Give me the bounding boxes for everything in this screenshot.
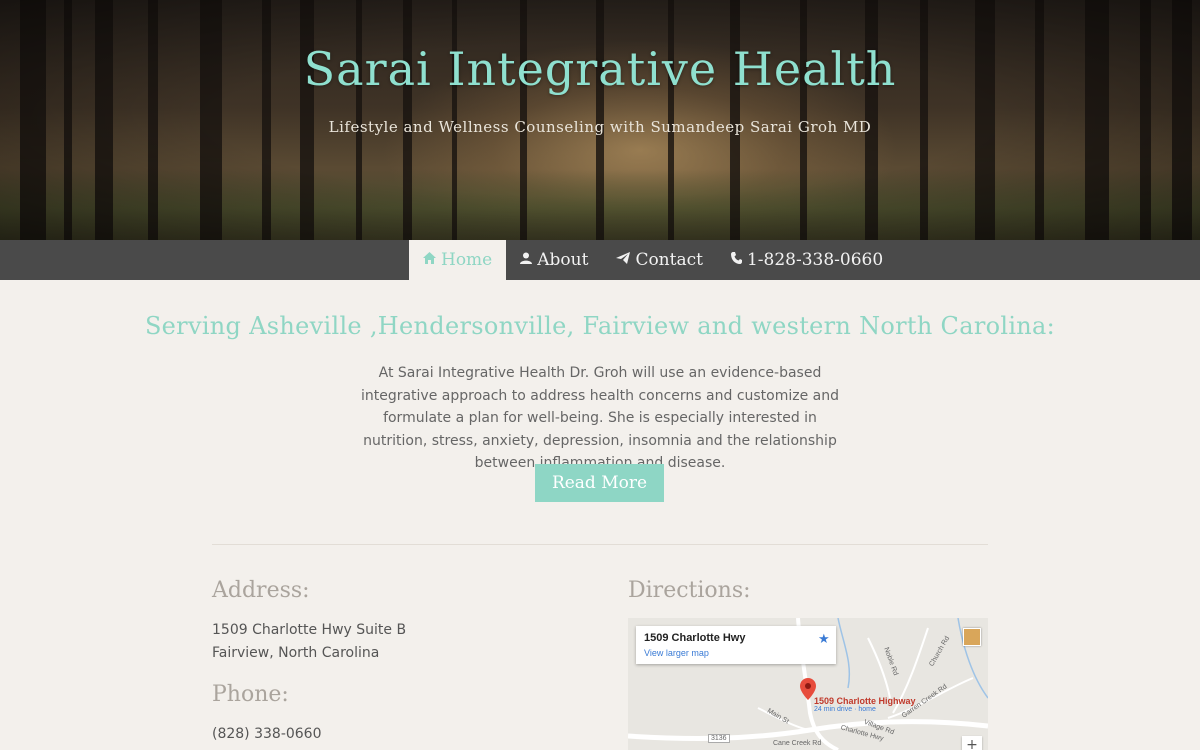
save-star-icon[interactable]: ★ <box>818 632 830 647</box>
paper-plane-icon <box>616 252 631 268</box>
nav-item-label: Home <box>441 250 493 270</box>
nav-item-label: Contact <box>635 250 703 270</box>
phone-label: Phone: <box>212 682 289 707</box>
zoom-in-button[interactable]: + <box>962 736 982 750</box>
nav-menu: Home About Contact 1-828-338-0660 <box>409 240 897 280</box>
site-title[interactable]: Sarai Integrative Health <box>0 42 1200 96</box>
nav-item-about[interactable]: About <box>506 240 602 280</box>
user-md-icon <box>520 252 533 268</box>
directions-label: Directions: <box>628 578 751 603</box>
nav-item-contact[interactable]: Contact <box>602 240 717 280</box>
nav-item-label: 1-828-338-0660 <box>746 250 884 270</box>
user-avatar[interactable] <box>963 628 981 646</box>
home-icon <box>423 252 436 268</box>
map-place-name: 1509 Charlotte Hwy <box>644 632 746 644</box>
address-line-2: Fairview, North Carolina <box>212 645 380 661</box>
nav-item-phone[interactable]: 1-828-338-0660 <box>717 240 897 280</box>
main-navigation: Home About Contact 1-828-338-0660 <box>0 240 1200 280</box>
section-divider <box>212 544 988 545</box>
read-more-button[interactable]: Read More <box>535 464 664 502</box>
phone-icon <box>730 252 742 268</box>
marker-label: 1509 Charlotte Highway <box>814 696 916 706</box>
address-label: Address: <box>212 578 310 603</box>
address-line-1: 1509 Charlotte Hwy Suite B <box>212 622 407 638</box>
road-label: Cane Creek Rd <box>773 740 822 747</box>
view-larger-map-link[interactable]: View larger map <box>644 648 709 658</box>
map-info-card: 1509 Charlotte Hwy View larger map ★ <box>636 626 836 664</box>
nav-item-label: About <box>537 250 589 270</box>
phone-number[interactable]: (828) 338-0660 <box>212 723 322 746</box>
nav-item-home[interactable]: Home <box>409 240 507 280</box>
route-number: 3136 <box>708 734 730 743</box>
marker-drive-time: 24 min drive · home <box>814 706 876 713</box>
site-subtitle: Lifestyle and Wellness Counseling with S… <box>328 118 872 136</box>
intro-paragraph: At Sarai Integrative Health Dr. Groh wil… <box>360 365 840 471</box>
directions-map[interactable]: Noble Rd Church Rd Garren Creek Rd Villa… <box>628 618 988 750</box>
service-area-heading: Serving Asheville ,Hendersonville, Fairv… <box>144 312 1056 340</box>
